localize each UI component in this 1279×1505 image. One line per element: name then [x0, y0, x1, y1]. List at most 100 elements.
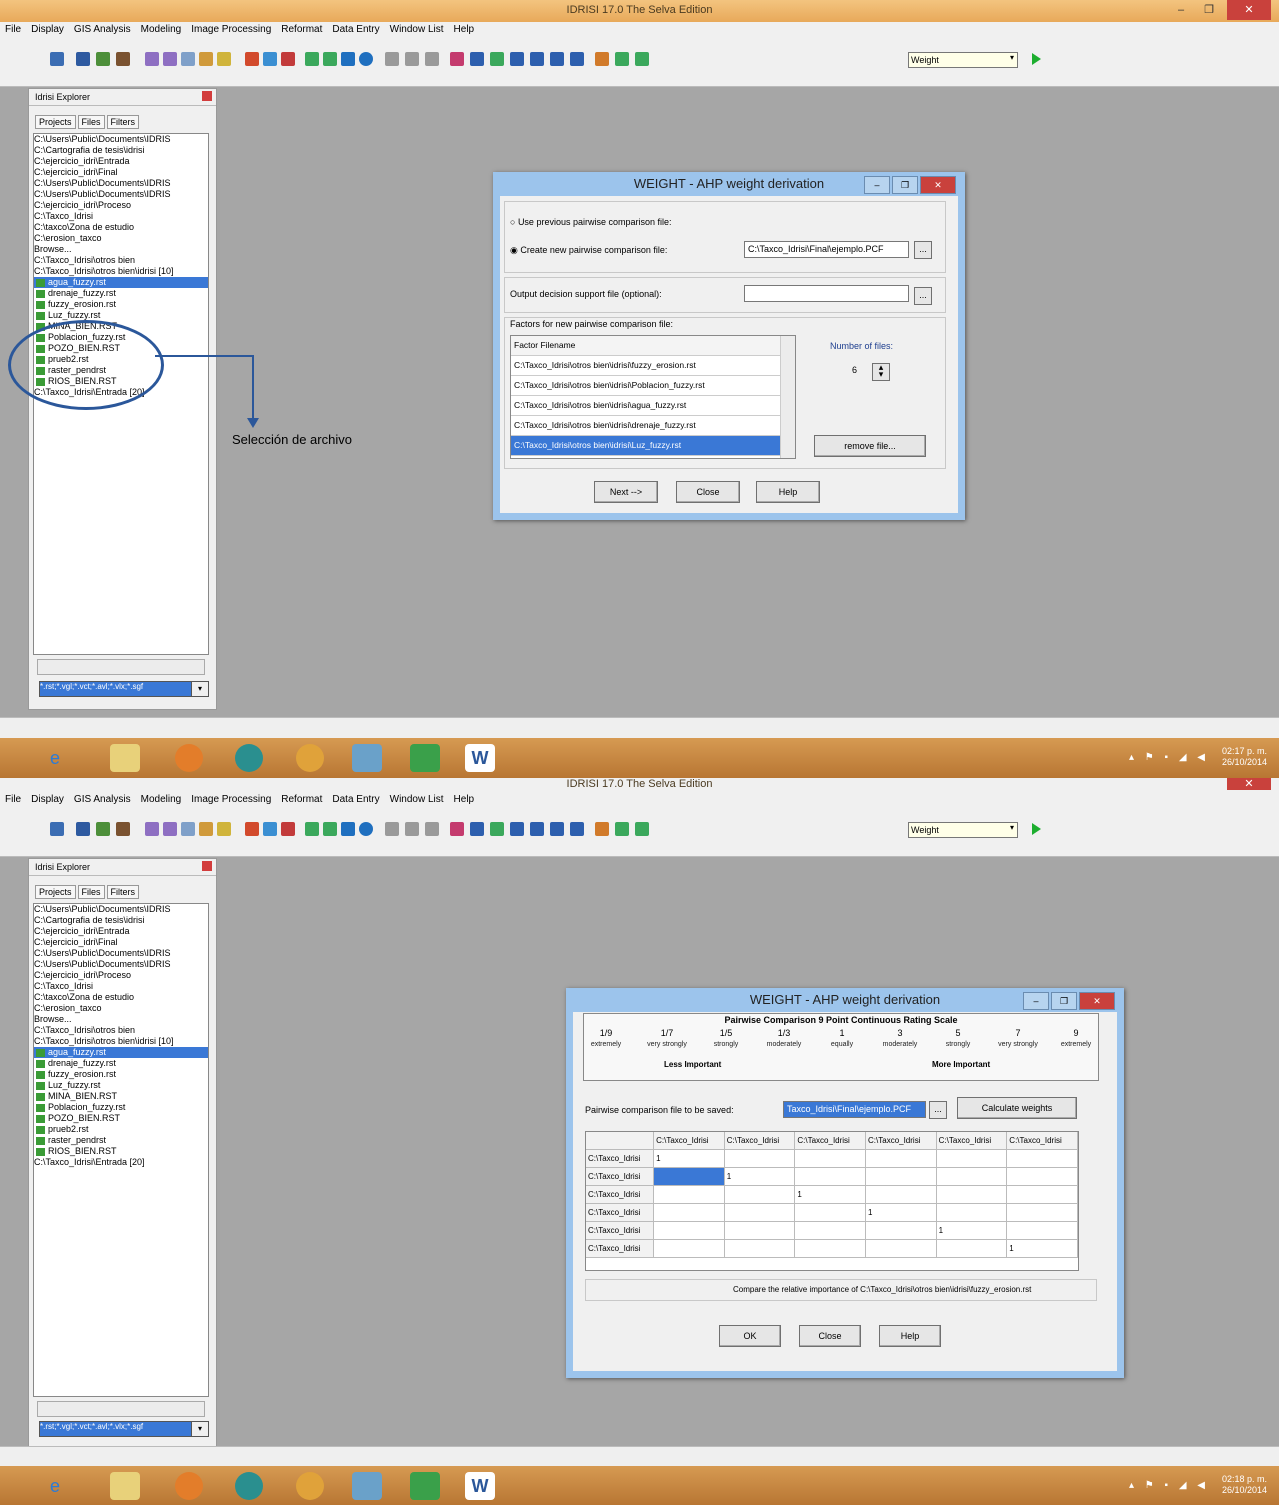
scale-value[interactable]: 9 — [1046, 1028, 1106, 1038]
maximize-button[interactable]: ❐ — [1195, 0, 1223, 20]
matrix-cell[interactable] — [865, 1185, 937, 1204]
matrix-cell[interactable]: 1 — [724, 1167, 796, 1186]
matrix-cell[interactable] — [724, 1185, 796, 1204]
app-icon[interactable] — [296, 744, 324, 772]
toolbar-icon[interactable] — [405, 52, 419, 66]
matrix-cell[interactable] — [794, 1203, 867, 1222]
matrix-cell[interactable] — [724, 1221, 796, 1240]
toolbar-icon[interactable] — [425, 52, 439, 66]
matrix-cell[interactable] — [724, 1239, 796, 1258]
close-icon[interactable]: ✕ — [920, 176, 956, 194]
menu-file[interactable]: File — [0, 22, 26, 37]
tree-item[interactable]: C:\ejercicio_idri\Entrada — [34, 926, 208, 937]
explorer-icon[interactable] — [110, 744, 140, 772]
toolbar-icon[interactable] — [217, 822, 231, 836]
matrix-cell[interactable] — [1006, 1203, 1078, 1222]
toolbar-icon[interactable] — [570, 52, 584, 66]
tree-item[interactable]: C:\Taxco_Idrisi\otros bien\idrisi [10] — [34, 266, 208, 277]
factor-row[interactable]: C:\Taxco_Idrisi\otros bien\idrisi\drenaj… — [511, 416, 795, 436]
file-filter-select[interactable]: *.rst;*.vgl;*.vct;*.avl;*.vlx;*.sgf — [39, 1421, 193, 1437]
toolbar-icon[interactable] — [323, 822, 337, 836]
word-icon[interactable]: W — [465, 744, 495, 772]
tree-item[interactable]: C:\Users\Public\Documents\IDRIS — [34, 178, 208, 189]
tree-item[interactable]: C:\ejercicio_idri\Proceso — [34, 200, 208, 211]
matrix-cell[interactable] — [794, 1221, 867, 1240]
maximize-icon[interactable]: ❐ — [892, 176, 918, 194]
matrix-cell[interactable] — [936, 1167, 1008, 1186]
pcf-filename-field[interactable]: C:\Taxco_Idrisi\Final\ejemplo.PCF — [744, 241, 909, 258]
tab-projects[interactable]: Projects — [35, 115, 76, 129]
menu-file[interactable]: File — [0, 792, 26, 807]
tree-item[interactable]: C:\ejercicio_idri\Final — [34, 167, 208, 178]
toolbar-icon[interactable] — [341, 822, 355, 836]
app-icon[interactable] — [235, 744, 263, 772]
radio-use-previous[interactable]: ○ Use previous pairwise comparison file: — [510, 217, 672, 227]
toolbar-icon[interactable] — [530, 822, 544, 836]
menu-help[interactable]: Help — [449, 22, 480, 37]
scale-value[interactable]: 7 — [988, 1028, 1048, 1038]
matrix-cell[interactable] — [936, 1185, 1008, 1204]
toolbar-icon[interactable] — [615, 52, 629, 66]
menu-modeling[interactable]: Modeling — [136, 22, 187, 37]
pairwise-matrix[interactable]: C:\Taxco_Idrisi C:\Taxco_Idrisi C:\Taxco… — [585, 1131, 1079, 1271]
minimize-icon[interactable]: – — [1023, 992, 1049, 1010]
tab-projects[interactable]: Projects — [35, 885, 76, 899]
matrix-cell[interactable]: 1 — [794, 1185, 867, 1204]
idrisi-icon[interactable] — [352, 744, 382, 772]
menu-gis-analysis[interactable]: GIS Analysis — [69, 792, 136, 807]
toolbar-icon[interactable] — [217, 52, 231, 66]
file-item[interactable]: Luz_fuzzy.rst — [34, 310, 208, 321]
menu-display[interactable]: Display — [26, 792, 69, 807]
file-item[interactable]: prueb2.rst — [34, 1124, 208, 1135]
toolbar-icon[interactable] — [305, 52, 319, 66]
tree-item[interactable]: C:\Taxco_Idrisi — [34, 981, 208, 992]
toolbar-icon[interactable] — [385, 822, 399, 836]
matrix-cell[interactable] — [653, 1203, 725, 1222]
tree-item[interactable]: C:\erosion_taxco — [34, 233, 208, 244]
matrix-cell[interactable] — [936, 1239, 1008, 1258]
toolbar-icon[interactable] — [550, 822, 564, 836]
file-item-selected[interactable]: agua_fuzzy.rst — [34, 277, 208, 288]
calculate-weights-button[interactable]: Calculate weights — [957, 1097, 1077, 1119]
toolbar-icon[interactable] — [245, 52, 259, 66]
remove-file-button[interactable]: remove file... — [814, 435, 926, 457]
file-item[interactable]: POZO_BIEN.RST — [34, 1113, 208, 1124]
help-button[interactable]: Help — [879, 1325, 941, 1347]
matrix-cell[interactable] — [653, 1239, 725, 1258]
menu-image-processing[interactable]: Image Processing — [186, 792, 276, 807]
module-combo[interactable]: Weight — [908, 52, 1018, 68]
pcf-save-field[interactable]: Taxco_Idrisi\Final\ejemplo.PCF — [783, 1101, 926, 1118]
matrix-cell[interactable]: 1 — [1006, 1239, 1078, 1258]
toolbar-icon[interactable] — [385, 52, 399, 66]
chevron-down-icon[interactable]: ▾ — [191, 681, 209, 697]
menu-window-list[interactable]: Window List — [385, 792, 449, 807]
toolbar-icon[interactable] — [199, 822, 213, 836]
matrix-cell[interactable] — [1006, 1185, 1078, 1204]
horizontal-scrollbar[interactable] — [37, 659, 205, 675]
app-icon[interactable] — [410, 744, 440, 772]
toolbar-icon[interactable] — [510, 822, 524, 836]
module-combo[interactable]: Weight — [908, 822, 1018, 838]
tree-item[interactable]: C:\Taxco_Idrisi\Entrada [20] — [34, 1157, 208, 1168]
close-icon[interactable]: ✕ — [1079, 992, 1115, 1010]
matrix-cell[interactable] — [865, 1167, 937, 1186]
minimize-icon[interactable]: – — [864, 176, 890, 194]
tree-item[interactable]: C:\ejercicio_idri\Final — [34, 937, 208, 948]
number-stepper[interactable]: ▴ ▾ — [872, 363, 890, 381]
file-item[interactable]: raster_pendrst — [34, 1135, 208, 1146]
toolbar-icon[interactable] — [490, 822, 504, 836]
matrix-cell[interactable] — [936, 1149, 1008, 1168]
factor-row[interactable]: C:\Taxco_Idrisi\otros bien\idrisi\Poblac… — [511, 376, 795, 396]
close-button[interactable]: Close — [799, 1325, 861, 1347]
close-button[interactable]: Close — [676, 481, 740, 503]
minimize-button[interactable]: – — [1167, 0, 1195, 20]
toolbar-icon[interactable] — [245, 822, 259, 836]
factor-row[interactable]: C:\Taxco_Idrisi\otros bien\idrisi\agua_f… — [511, 396, 795, 416]
toolbar-icon[interactable] — [96, 52, 110, 66]
tree-item[interactable]: C:\taxco\Zona de estudio — [34, 992, 208, 1003]
tree-item[interactable]: C:\erosion_taxco — [34, 1003, 208, 1014]
tree-item[interactable]: C:\Cartografia de tesis\idrisi — [34, 915, 208, 926]
matrix-cell[interactable] — [865, 1239, 937, 1258]
menu-image-processing[interactable]: Image Processing — [186, 22, 276, 37]
matrix-cell[interactable] — [794, 1167, 867, 1186]
